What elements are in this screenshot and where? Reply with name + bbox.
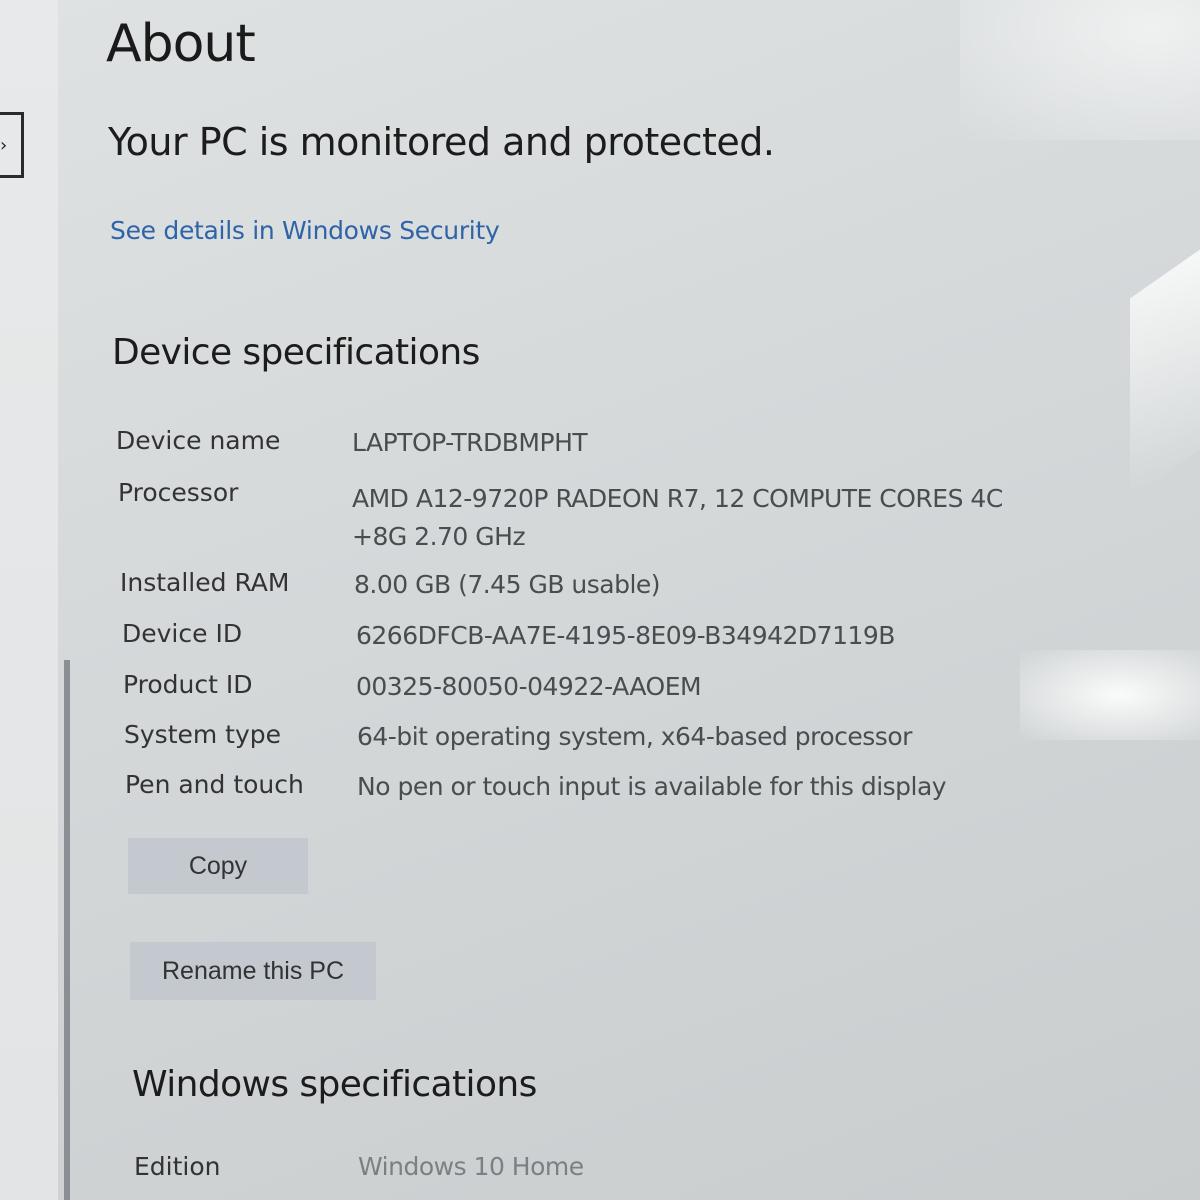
page-title: About [106, 14, 256, 74]
spec-label-device-name: Device name [116, 426, 281, 455]
copy-button[interactable]: Copy [128, 838, 308, 894]
security-status-text: Your PC is monitored and protected. [108, 120, 775, 164]
spec-label-system-type: System type [124, 720, 282, 749]
rename-pc-button[interactable]: Rename this PC [130, 942, 376, 1000]
screen-glare [960, 0, 1200, 140]
settings-window: › About Your PC is monitored and protect… [0, 0, 1200, 1200]
spec-value-processor: AMD A12-9720P RADEON R7, 12 COMPUTE CORE… [352, 484, 1003, 551]
spec-label-product-id: Product ID [123, 670, 253, 699]
screen-glare [1020, 650, 1200, 740]
spec-label-pen-and-touch: Pen and touch [125, 770, 304, 799]
spec-value-pen-and-touch: No pen or touch input is available for t… [357, 772, 947, 801]
screen-glare [1130, 221, 1200, 499]
spec-label-processor: Processor [118, 478, 239, 507]
spec-value-edition: Windows 10 Home [358, 1152, 584, 1181]
spec-value-product-id: 00325-80050-04922-AAOEM [356, 672, 702, 701]
spec-value-system-type: 64-bit operating system, x64-based proce… [357, 722, 912, 751]
left-nav-pane [0, 0, 58, 1200]
spec-value-device-name: LAPTOP-TRDBMPHT [352, 428, 588, 457]
spec-label-edition: Edition [134, 1152, 221, 1181]
windows-security-link[interactable]: See details in Windows Security [110, 216, 500, 245]
device-specifications-heading: Device specifications [112, 332, 480, 373]
spec-value-installed-ram: 8.00 GB (7.45 GB usable) [354, 570, 661, 599]
nav-selected-item[interactable]: › [0, 112, 24, 178]
scrollbar-track[interactable] [64, 660, 70, 1200]
spec-label-installed-ram: Installed RAM [120, 568, 290, 597]
nav-item-glyph: › [0, 134, 8, 156]
spec-value-device-id: 6266DFCB-AA7E-4195-8E09-B34942D7119B [356, 621, 895, 650]
windows-specifications-heading: Windows specifications [132, 1064, 537, 1105]
spec-label-device-id: Device ID [122, 619, 243, 648]
